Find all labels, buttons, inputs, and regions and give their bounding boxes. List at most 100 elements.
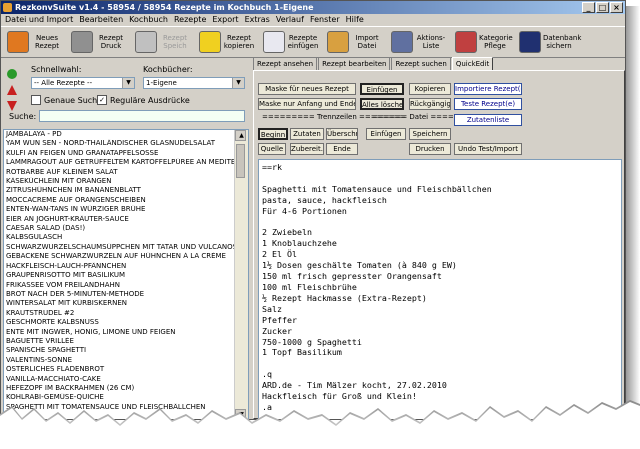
toolbar-button-8[interactable]: Datenbank sichern <box>517 29 581 55</box>
list-item[interactable]: JAMBALAYA - PD <box>4 130 248 139</box>
toolbar-label: Rezepte einfügen <box>287 34 319 50</box>
scroll-up-icon[interactable]: ▲ <box>235 130 246 141</box>
editor-line: 100 ml Fleischbrühe <box>262 281 357 292</box>
search-input[interactable] <box>39 110 245 122</box>
list-item[interactable]: YAM WUN SEN - NORD-THAILÄNDISCHER GLASNU… <box>4 139 248 148</box>
suche-label: Suche: <box>9 112 37 121</box>
maske-anfang-button[interactable]: Maske nur Anfang und Ende <box>258 98 356 110</box>
checkbox-box[interactable] <box>31 95 41 105</box>
beginn-button[interactable]: Beginn <box>258 128 288 140</box>
toolbar-button-7[interactable]: Kategorie Pflege <box>453 29 513 55</box>
editor-line: 150 ml frisch gepresster Orangensaft <box>262 271 442 282</box>
list-item[interactable]: KRAUTSTRUDEL #2 <box>4 309 248 318</box>
list-scrollbar[interactable]: ▲ ▼ <box>234 130 248 419</box>
genaue-suche-checkbox[interactable]: Genaue Suche <box>31 95 102 105</box>
menu-item-7[interactable]: Fenster <box>310 14 340 26</box>
zutatenliste-button[interactable]: Zutatenliste <box>454 114 522 126</box>
editor-line: Pfeffer <box>262 314 297 325</box>
arrow-down-icon[interactable] <box>7 101 17 111</box>
chevron-down-icon: ▼ <box>232 78 244 88</box>
teste-button[interactable]: Teste Rezept(e) <box>454 98 522 110</box>
list-item[interactable]: EIER AN JOGHURT-KRÄUTER-SAUCE <box>4 215 248 224</box>
kopieren-button[interactable]: Kopieren <box>409 83 451 95</box>
quelle-button[interactable]: Quelle <box>258 143 286 155</box>
database-save-icon <box>519 31 541 53</box>
list-item[interactable]: GEBACKENE SCHWARZWURZELN AUF HÜHNCHEN À … <box>4 252 248 261</box>
regex-checkbox[interactable]: ✓ Reguläre Ausdrücke <box>97 95 190 105</box>
toolbar-button-6[interactable]: Aktions- Liste <box>389 29 449 55</box>
kochbuecher-select[interactable]: 1-Eigene ▼ <box>143 77 245 89</box>
undo-test-import-button[interactable]: Undo Test/Import <box>454 143 522 155</box>
checkbox-box[interactable]: ✓ <box>97 95 107 105</box>
einfuegen-button[interactable]: Einfügen <box>360 83 404 95</box>
chef-hat-icon <box>7 31 29 53</box>
toolbar-button-3[interactable]: Rezept kopieren <box>197 29 257 55</box>
einfuegen-datei-button[interactable]: Einfügen <box>366 128 406 140</box>
list-item[interactable]: BAGUETTE VRILLÉE <box>4 337 248 346</box>
list-item[interactable]: SPANISCHE SPAGHETTI <box>4 346 248 355</box>
ueberschrift-button[interactable]: Überschr <box>326 128 358 140</box>
toolbar-button-2[interactable]: Rezept Speich <box>133 29 193 55</box>
editor-line: Spaghetti mit Tomatensauce und Fleischbä… <box>262 183 492 194</box>
menu-item-4[interactable]: Export <box>212 14 238 26</box>
menu-item-1[interactable]: Bearbeiten <box>79 14 123 26</box>
list-item[interactable]: WINTERSALAT MIT KÜRBISKERNEN <box>4 299 248 308</box>
toolbar-label: Rezept Speich <box>162 34 188 50</box>
maske-neu-button[interactable]: Maske für neues Rezept <box>258 83 356 95</box>
list-item[interactable]: VANILLA-MACCHIATO-CAKE <box>4 375 248 384</box>
drucken-button[interactable]: Drucken <box>409 143 451 155</box>
rueckgaengig-button[interactable]: Rückgängig <box>409 98 451 110</box>
tab-2[interactable]: Rezept suchen <box>391 57 451 70</box>
category-icon <box>455 31 477 53</box>
list-item[interactable]: ENTEN-WAN-TANS IN WÜRZIGER BRÜHE <box>4 205 248 214</box>
arrow-up-icon[interactable] <box>7 85 17 95</box>
list-item[interactable]: SCHWARZWURZELSCHAUMSÜPPCHEN MIT TATAR UN… <box>4 243 248 252</box>
toolbar-button-5[interactable]: Import Datei <box>325 29 385 55</box>
list-item[interactable]: KULFI AN FEIGEN UND GRANATAPFELSOSSE <box>4 149 248 158</box>
scroll-thumb[interactable] <box>236 144 245 178</box>
maximize-button[interactable]: □ <box>596 2 609 13</box>
alles-loeschen-button[interactable]: Alles löschen <box>360 98 404 110</box>
zubereitung-button[interactable]: Zubereit. <box>290 143 324 155</box>
toolbar: Neues Rezept Rezept Druck Rezept Speich Rez… <box>1 26 625 58</box>
list-item[interactable]: BROT NACH DER 5-MINUTEN-METHODE <box>4 290 248 299</box>
list-item[interactable]: ROTBARBE AUF KLEINEM SALAT <box>4 168 248 177</box>
toolbar-button-0[interactable]: Neues Rezept <box>5 29 65 55</box>
list-item[interactable]: HACKFLEISCH-LAUCH-PFÄNNCHEN <box>4 262 248 271</box>
quickedit-textarea[interactable]: ==rk Spaghetti mit Tomatensauce und Flei… <box>258 159 622 419</box>
tab-0[interactable]: Rezept ansehen <box>253 57 318 70</box>
datei-separator: ====== Datei ====== <box>372 113 466 121</box>
tab-1[interactable]: Rezept bearbeiten <box>318 57 391 70</box>
toolbar-button-4[interactable]: Rezepte einfügen <box>261 29 321 55</box>
menu-item-0[interactable]: Datei und Import <box>5 14 73 26</box>
toolbar-button-1[interactable]: Rezept Druck <box>69 29 129 55</box>
ende-button[interactable]: Ende <box>326 143 358 155</box>
list-item[interactable]: VALENTINS-SONNE <box>4 356 248 365</box>
list-item[interactable]: KÄSEKÜCHLEIN MIT ORANGEN <box>4 177 248 186</box>
list-item[interactable]: FRIKASSEE VOM FREILANDHAHN <box>4 281 248 290</box>
go-green-icon[interactable] <box>7 69 17 79</box>
minimize-button[interactable]: _ <box>582 2 595 13</box>
left-panel: Schnellwahl: -- Alle Rezepte -- ▼ Kochbü… <box>3 57 251 419</box>
menu-item-6[interactable]: Verlauf <box>276 14 304 26</box>
menu-item-3[interactable]: Rezepte <box>174 14 206 26</box>
menu-item-5[interactable]: Extras <box>245 14 270 26</box>
importiere-button[interactable]: Importiere Rezept(e) <box>454 83 522 95</box>
list-item[interactable]: GESCHMORTE KALBSNUSS <box>4 318 248 327</box>
list-item[interactable]: LAMMRAGOUT AUF GETRÜFFELTEM KARTOFFELPÜR… <box>4 158 248 167</box>
tab-3[interactable]: QuickEdit <box>451 57 494 70</box>
list-item[interactable]: MOCCACREME AUF ORANGENSCHEIBEN <box>4 196 248 205</box>
menu-item-8[interactable]: Hilfe <box>346 14 364 26</box>
list-item[interactable]: GRAUPENRISOTTO MIT BASILIKUM <box>4 271 248 280</box>
menu-item-2[interactable]: Kochbuch <box>129 14 168 26</box>
close-button[interactable]: × <box>610 2 623 13</box>
schnellwahl-select[interactable]: -- Alle Rezepte -- ▼ <box>31 77 135 89</box>
list-item[interactable]: CAESAR SALAD (DAS!) <box>4 224 248 233</box>
list-item[interactable]: ÖSTERLICHES FLADENBROT <box>4 365 248 374</box>
zutaten-button[interactable]: Zutaten <box>290 128 324 140</box>
speichern-button[interactable]: Speichern <box>409 128 451 140</box>
list-item[interactable]: ZITRUSHÜHNCHEN IM BANANENBLATT <box>4 186 248 195</box>
list-item[interactable]: KALBSGULASCH <box>4 233 248 242</box>
list-item[interactable]: ENTE MIT INGWER, HONIG, LIMONE UND FEIGE… <box>4 328 248 337</box>
